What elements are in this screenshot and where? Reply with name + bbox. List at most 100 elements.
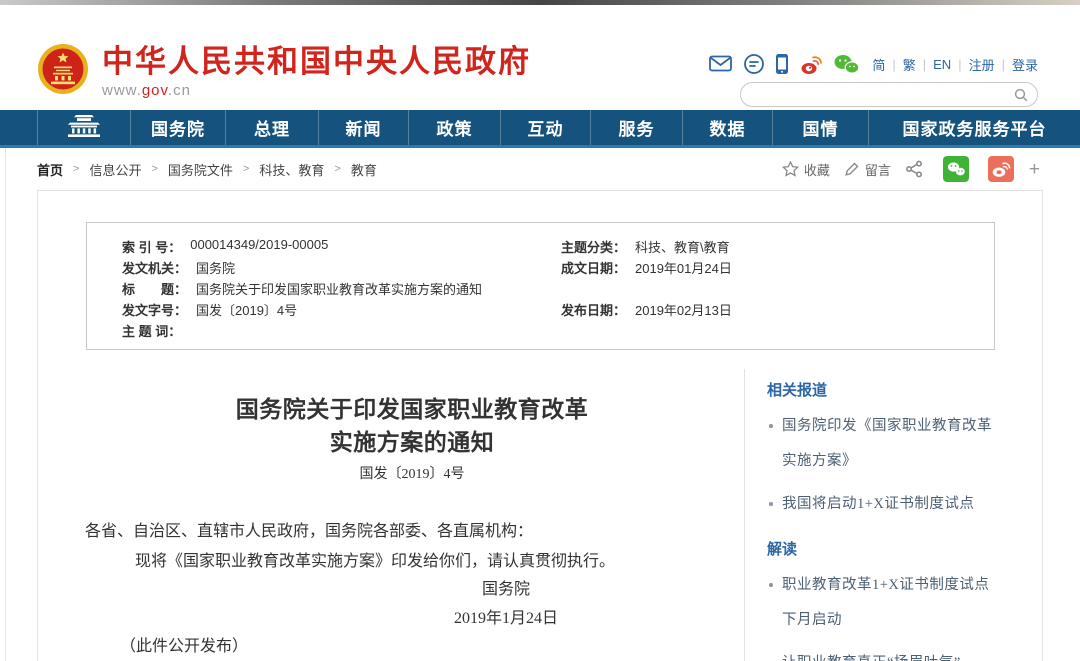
meta-label: 发文字号：: [122, 300, 187, 319]
meta-issuing-agency: 国务院: [196, 258, 235, 277]
link-separator: |: [1002, 57, 1005, 72]
meta-label: 主题分类：: [561, 237, 626, 256]
document-sign-date: 2019年1月24日: [406, 604, 606, 628]
document-title: 国务院关于印发国家职业教育改革实施方案的通知: [58, 393, 766, 459]
breadcrumb-home[interactable]: 首页: [37, 160, 63, 179]
pencil-icon: [844, 161, 860, 177]
meta-row: 标 题： 国务院关于印发国家职业教育改革实施方案的通知: [87, 278, 994, 299]
bullet-icon: [769, 583, 773, 587]
nav-item-state-council[interactable]: 国务院: [130, 110, 225, 145]
breadcrumb-separator: >: [73, 163, 79, 175]
favorite-button[interactable]: 收藏: [782, 160, 830, 179]
nav-item-news[interactable]: 新闻: [318, 110, 408, 145]
quick-links: 简| 繁| EN| 注册| 登录: [872, 55, 1038, 74]
meta-label: 发文机关：: [122, 258, 187, 277]
breadcrumb-separator: >: [334, 163, 340, 175]
share-button[interactable]: [905, 160, 929, 178]
meta-row: 发文机关： 国务院 成文日期： 2019年01月24日: [87, 257, 994, 278]
search-icon[interactable]: [1014, 88, 1028, 107]
wechat-share-button[interactable]: [943, 156, 974, 182]
link-separator: |: [923, 57, 926, 72]
link-simplified[interactable]: 简: [872, 55, 885, 74]
related-report-item[interactable]: 我国将启动1+X证书制度试点: [767, 487, 992, 522]
breadcrumb-separator: >: [243, 163, 249, 175]
main-nav: 国务院 总理 新闻 政策 互动 服务 数据 国情 国家政务服务平台: [0, 110, 1080, 148]
wechat-icon[interactable]: [833, 53, 860, 75]
related-report-link[interactable]: 我国将启动1+X证书制度试点: [782, 496, 974, 512]
share-icon: [905, 160, 924, 178]
site-url-suffix: .cn: [168, 82, 191, 99]
bullet-icon: [769, 502, 773, 506]
nav-item-interaction[interactable]: 互动: [500, 110, 590, 145]
mail-icon[interactable]: [709, 55, 733, 73]
nav-item-data[interactable]: 数据: [682, 110, 772, 145]
link-traditional[interactable]: 繁: [903, 55, 916, 74]
breadcrumb-tech-education[interactable]: 科技、教育: [259, 160, 324, 179]
meta-index-number: 000014349/2019-00005: [190, 237, 328, 256]
nav-item-gov-service-platform[interactable]: 国家政务服务平台: [868, 110, 1080, 145]
site-logo[interactable]: 中华人民共和国中央人民政府 www.gov.cn: [37, 43, 531, 100]
document-paragraph: 现将《国家职业教育改革实施方案》印发给你们，请认真贯彻执行。: [135, 547, 615, 571]
more-share-button[interactable]: +: [1029, 160, 1040, 179]
national-emblem-icon: [37, 43, 89, 100]
comment-button[interactable]: 留言: [844, 160, 891, 179]
bullet-icon: [769, 424, 773, 428]
meta-doc-number: 国发〔2019〕4号: [196, 300, 297, 319]
meta-label: 主 题 词：: [122, 321, 181, 340]
meta-title: 国务院关于印发国家职业教育改革实施方案的通知: [196, 279, 482, 298]
link-login[interactable]: 登录: [1012, 55, 1038, 74]
nav-item-premier[interactable]: 总理: [225, 110, 318, 145]
nav-item-national-conditions[interactable]: 国情: [772, 110, 868, 145]
meta-label: 发布日期：: [561, 300, 626, 319]
meta-row: 主 题 词：: [87, 320, 994, 341]
favorite-label: 收藏: [804, 160, 830, 179]
site-header: 中华人民共和国中央人民政府 www.gov.cn 简| 繁| EN| 注册| 登…: [0, 5, 1080, 110]
mobile-icon[interactable]: [775, 53, 789, 75]
message-board-icon[interactable]: [743, 53, 765, 75]
meta-topic-category: 科技、教育\教育: [635, 237, 730, 256]
header-icon-row: 简| 繁| EN| 注册| 登录: [699, 51, 1038, 77]
interpretation-link[interactable]: 职业教育改革1+X证书制度试点下月启动: [782, 577, 989, 628]
breadcrumb-info-disclosure[interactable]: 信息公开: [89, 160, 141, 179]
site-url: www.gov.cn: [102, 82, 531, 99]
link-separator: |: [958, 57, 961, 72]
related-report-item[interactable]: 国务院印发《国家职业教育改革实施方案》: [767, 409, 992, 479]
doc-meta-table: 索 引 号：000014349/2019-00005 主题分类：科技、教育\教育…: [86, 222, 995, 350]
link-register[interactable]: 注册: [969, 55, 995, 74]
sidebar: 相关报道 国务院印发《国家职业教育改革实施方案》 我国将启动1+X证书制度试点 …: [744, 369, 1042, 661]
site-search: [740, 82, 1038, 107]
breadcrumb-state-council-docs[interactable]: 国务院文件: [168, 160, 233, 179]
meta-written-date: 2019年01月24日: [635, 258, 732, 277]
link-english[interactable]: EN: [933, 57, 951, 72]
nav-item-policies[interactable]: 政策: [408, 110, 500, 145]
breadcrumb-row: 首页 > 信息公开 > 国务院文件 > 科技、教育 > 教育 收藏 留言 +: [0, 148, 1080, 190]
document-public-note: （此件公开发布）: [120, 632, 248, 656]
document-greeting: 各省、自治区、直辖市人民政府，国务院各部委、各直属机构：: [85, 517, 533, 541]
document-title-text: 国务院关于印发国家职业教育改革实施方案的通知: [226, 393, 598, 459]
interpretation-heading: 解读: [767, 540, 1022, 560]
meta-label: 标 题：: [122, 279, 187, 298]
nav-home[interactable]: [37, 110, 130, 145]
related-report-link[interactable]: 国务院印发《国家职业教育改革实施方案》: [782, 418, 992, 469]
comment-label: 留言: [865, 160, 891, 179]
meta-row: 发文字号： 国发〔2019〕4号 发布日期： 2019年02月13日: [87, 299, 994, 320]
interpretation-item[interactable]: 职业教育改革1+X证书制度试点下月启动: [767, 568, 992, 638]
breadcrumb-education[interactable]: 教育: [351, 160, 377, 179]
weibo-icon[interactable]: [799, 53, 823, 75]
interpretation-item[interactable]: 让职业教育真正“扬眉吐气”: [767, 646, 992, 661]
breadcrumb: 首页 > 信息公开 > 国务院文件 > 科技、教育 > 教育: [37, 160, 377, 179]
logo-text: 中华人民共和国中央人民政府 www.gov.cn: [102, 44, 531, 99]
page-left-border: [5, 148, 6, 661]
meta-label: 成文日期：: [561, 258, 626, 277]
meta-publish-date: 2019年02月13日: [635, 300, 732, 319]
wechat-share-icon: [943, 156, 969, 182]
weibo-share-icon: [988, 156, 1014, 182]
interpretation-link[interactable]: 让职业教育真正“扬眉吐气”: [782, 655, 961, 661]
search-input[interactable]: [753, 83, 1008, 106]
tiananmen-home-icon: [62, 113, 106, 143]
star-icon: [782, 161, 799, 177]
weibo-share-button[interactable]: [988, 156, 1019, 182]
site-url-gov: gov: [142, 82, 168, 99]
related-reports-heading: 相关报道: [767, 381, 1022, 401]
nav-item-services[interactable]: 服务: [590, 110, 682, 145]
